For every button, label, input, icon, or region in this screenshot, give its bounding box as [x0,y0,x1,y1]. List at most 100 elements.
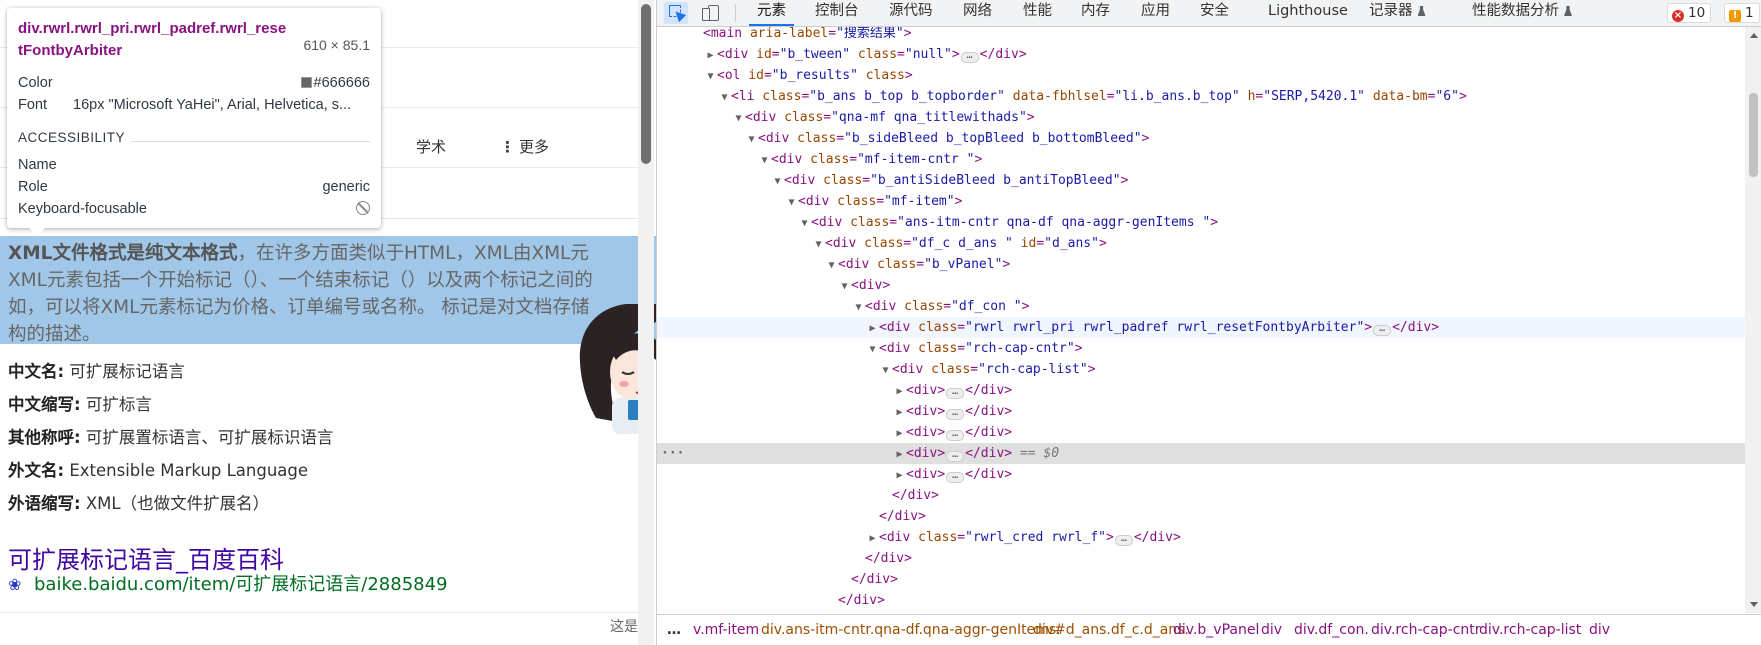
scope-tab-academic[interactable]: 学术 [416,136,446,157]
expanded-triangle-icon[interactable]: ▼ [838,276,851,297]
scroll-up-icon[interactable] [1750,33,1758,38]
dom-tree-scrollbar-thumb[interactable] [1749,93,1758,177]
error-count-badge[interactable]: × 10 [1667,3,1712,23]
tab-security[interactable]: 安全 [1200,0,1229,26]
dom-node-row[interactable]: ▼ <div class="b_sideBleed b_topBleed b_bo… [657,128,1745,149]
collapsed-triangle-icon[interactable]: ▶ [893,465,906,486]
tab-network[interactable]: 网络 [963,0,992,26]
breadcrumb-item[interactable]: div [1589,622,1610,638]
breadcrumb-item[interactable]: div#d_ans.df_c.d_ans. [1033,622,1189,638]
breadcrumb-overflow[interactable]: … [667,622,681,638]
dom-node-row[interactable]: ▶ <div class="rwrl_cred rwrl_f">… </div> [657,527,1745,548]
tab-application[interactable]: 应用 [1141,0,1170,26]
expanded-triangle-icon[interactable]: ▼ [745,129,758,150]
fact-key: 中文名: [8,362,65,381]
error-count: 10 [1688,5,1706,21]
dom-node-row[interactable]: ▼ <div class="mf-item"> [657,191,1745,212]
tooltip-font-label: Font [18,97,48,113]
inspect-element-icon[interactable] [664,2,688,24]
tab-performance-insights[interactable]: 性能数据分析 [1472,0,1572,26]
collapsed-triangle-icon[interactable]: ▶ [704,45,717,66]
fact-value: 可扩展置标语言、可扩展标识语言 [85,428,334,447]
collapsed-triangle-icon[interactable]: ▶ [893,381,906,402]
expanded-triangle-icon[interactable]: ▼ [718,87,731,108]
expanded-triangle-icon[interactable]: ▼ [704,66,717,87]
dom-node-row[interactable]: <main aria-label="搜索结果"> [657,27,1745,44]
tooltip-keyboard-row: Keyboard-focusable [18,198,370,220]
footer-text-truncated: 这是 [610,619,638,635]
breadcrumb-item[interactable]: div.rch-cap-list [1479,622,1581,638]
more-options-icon[interactable]: ··· [661,443,684,464]
source-url[interactable]: ❀ baike.baidu.com/item/可扩展标记语言/2885849 [8,570,448,596]
collapsed-triangle-icon[interactable]: ▶ [893,402,906,423]
dom-node-row[interactable]: ▼ <div class="mf-item-cntr "> [657,149,1745,170]
expanded-triangle-icon[interactable]: ▼ [825,255,838,276]
breadcrumb-item[interactable]: div.ans-itm-cntr.qna-df.qna-aggr-genItem… [761,622,1061,638]
page-scrollbar[interactable] [638,0,654,645]
dom-node-row[interactable]: ▼ <li class="b_ans b_top b_topborder" dat… [657,86,1745,107]
warning-count: 1 [1745,5,1754,21]
expanded-triangle-icon[interactable]: ▼ [732,108,745,129]
device-toolbar-icon[interactable] [699,2,723,24]
warning-icon: ! [1729,10,1741,22]
dom-node-row[interactable]: ▼ <div class="rch-cap-list"> [657,359,1745,380]
dom-node-row[interactable]: ▼ <ol id="b_results" class> [657,65,1745,86]
tab-lighthouse[interactable]: Lighthouse [1268,0,1348,26]
tab-sources[interactable]: 源代码 [889,0,933,26]
expanded-triangle-icon[interactable]: ▼ [798,213,811,234]
scope-tab-more[interactable]: ⋮ 更多 [500,136,549,157]
dom-node-row[interactable]: ▼ <div class="qna-mf qna_titlewithads"> [657,107,1745,128]
tab-memory[interactable]: 内存 [1081,0,1110,26]
dom-node-row[interactable]: ▶ <div>… </div> [657,422,1745,443]
breadcrumb-item[interactable]: div.df_con. [1294,622,1369,638]
dom-node-row[interactable]: </div> [657,569,1745,590]
expanded-triangle-icon[interactable]: ▼ [852,297,865,318]
dom-node-row[interactable]: ▶ <div>… </div> [657,401,1745,422]
dom-node-row[interactable]: </div> [657,548,1745,569]
fact-item: 外文名: Extensible Markup Language [8,460,333,493]
dom-node-row[interactable]: ▶ <div>… </div> [657,464,1745,485]
collapsed-triangle-icon[interactable]: ▶ [893,423,906,444]
breadcrumb-item[interactable]: div [1261,622,1282,638]
dom-node-row[interactable]: ▶ <div class="rwrl rwrl_pri rwrl_padref r… [657,317,1745,338]
dom-node-row[interactable]: ▼ <div class="b_vPanel"> [657,254,1745,275]
dom-node-row[interactable]: ··· ▶ <div>… </div> == $0 [657,443,1745,464]
expanded-triangle-icon[interactable]: ▼ [758,150,771,171]
scroll-down-icon[interactable] [1750,602,1758,607]
dom-node-row[interactable]: </div> [657,485,1745,506]
breadcrumb-item[interactable]: div.rch-cap-cntr [1371,622,1481,638]
expanded-triangle-icon[interactable]: ▼ [879,360,892,381]
tooltip-color-value-wrap: #666666 [300,72,370,94]
collapsed-triangle-icon[interactable]: ▶ [893,444,906,465]
dom-node-row[interactable]: ▼ <div class="b_antiSideBleed b_antiTopBl… [657,170,1745,191]
tooltip-font-value: 16px "Microsoft YaHei", Arial, Helvetica… [73,97,352,113]
dom-node-row[interactable]: </div> [657,506,1745,527]
expanded-triangle-icon[interactable]: ▼ [812,234,825,255]
warning-count-badge[interactable]: ! 1 [1724,3,1760,23]
dom-node-row[interactable]: ▶ <div>… </div> [657,380,1745,401]
breadcrumb-item[interactable]: div.b_vPanel [1173,622,1259,638]
tab-performance[interactable]: 性能 [1023,0,1052,26]
dom-node-row[interactable]: ▼ <div class="rch-cap-cntr"> [657,338,1745,359]
collapsed-triangle-icon[interactable]: ▶ [866,318,879,339]
dom-node-row[interactable]: </div> [657,590,1745,611]
collapsed-triangle-icon[interactable]: ▶ [866,528,879,549]
dom-tree-scrollbar[interactable] [1745,27,1761,613]
expanded-triangle-icon[interactable]: ▼ [866,339,879,360]
dom-node-row[interactable]: ▼ <div class="df_c d_ans " id="d_ans"> [657,233,1745,254]
tab-console[interactable]: 控制台 [815,0,859,26]
dom-node-row[interactable]: ▶ <div id="b_tween" class="null">… </div> [657,44,1745,65]
expanded-triangle-icon[interactable]: ▼ [785,192,798,213]
fact-item: 其他称呼: 可扩展置标语言、可扩展标识语言 [8,427,333,460]
experiment-flask-icon [1417,6,1426,16]
dom-node-row[interactable]: ▼ <div class="ans-itm-cntr qna-df qna-agg… [657,212,1745,233]
fact-value: 可扩标言 [85,395,152,414]
page-scrollbar-thumb[interactable] [641,4,651,164]
expanded-triangle-icon[interactable]: ▼ [771,171,784,192]
experiment-flask-icon [1564,6,1572,16]
dom-node-row[interactable]: ▼ <div class="df_con "> [657,296,1745,317]
breadcrumb-item[interactable]: v.mf-item [693,622,759,638]
tab-elements[interactable]: 元素 [749,0,794,26]
dom-node-row[interactable]: ▼ <div> [657,275,1745,296]
tab-recorder[interactable]: 记录器 [1369,0,1426,26]
